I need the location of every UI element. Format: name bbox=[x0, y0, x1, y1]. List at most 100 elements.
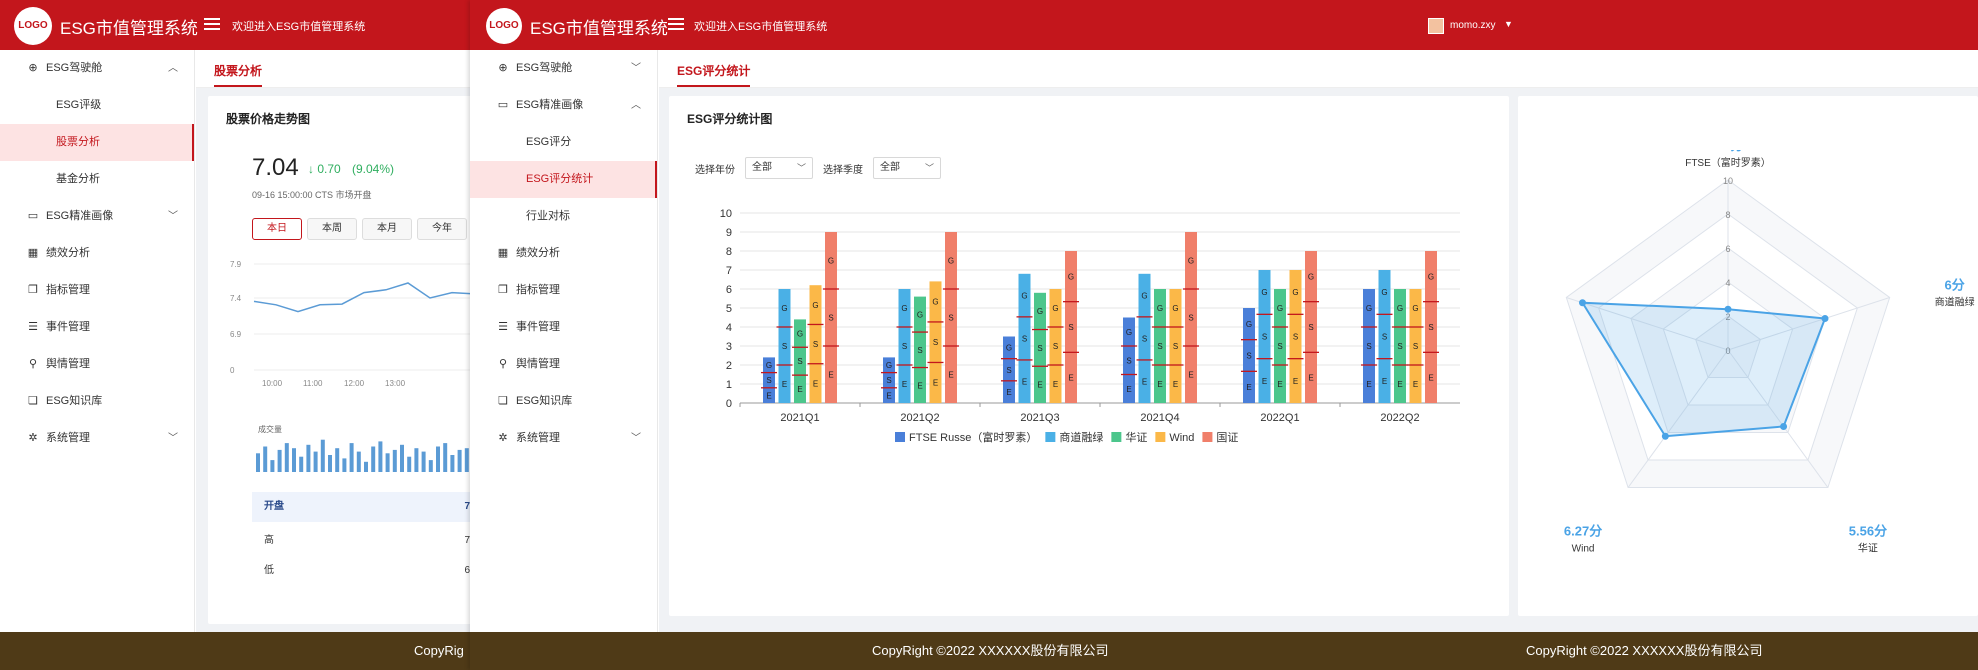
menu-toggle-icon[interactable] bbox=[204, 18, 220, 30]
sidebar-item-label: 绩效分析 bbox=[46, 247, 90, 259]
sidebar: ⊕ ESG驾驶舱 ︿ ESG评级 股票分析 基金分析 ▭ ESG精准画像 ﹀ ▦ 绩效分析 ❐ 指标管理… bbox=[0, 50, 195, 632]
welcome-text: 欢迎进入ESG市值管理系统 bbox=[694, 21, 828, 33]
chevron-icon: ﹀ bbox=[168, 433, 178, 444]
volume-bar bbox=[342, 458, 347, 472]
segment-label: E bbox=[1053, 380, 1058, 389]
sidebar-item-8[interactable]: ☰ 事件管理 bbox=[470, 309, 657, 346]
segment-label: S bbox=[1397, 342, 1402, 351]
volume-bar bbox=[306, 444, 311, 472]
user-name[interactable]: momo.zxy bbox=[1450, 20, 1496, 31]
range-button-1[interactable]: 本日 bbox=[252, 218, 302, 240]
sidebar-item-4[interactable]: ESG评分统计 bbox=[470, 161, 657, 198]
segment-label: E bbox=[1366, 380, 1371, 389]
segment-label: G bbox=[1277, 304, 1283, 313]
sidebar-item-1[interactable]: ⊕ ESG驾驶舱 ﹀ bbox=[470, 50, 657, 87]
segment-label: G bbox=[1246, 320, 1252, 329]
segment-label: G bbox=[1412, 304, 1418, 313]
segment-label: G bbox=[1381, 288, 1387, 297]
sidebar-item-label: ESG精准画像 bbox=[46, 210, 114, 222]
volume-bar bbox=[407, 456, 412, 472]
segment-label: G bbox=[1397, 304, 1403, 313]
volume-bar bbox=[436, 446, 440, 472]
sidebar-item-label: ESG驾驶舱 bbox=[46, 62, 103, 74]
segment-label: S bbox=[1262, 333, 1267, 342]
radar-value-label: 6分 bbox=[1945, 277, 1965, 292]
volume-bar bbox=[328, 455, 332, 472]
legend-swatch bbox=[895, 432, 905, 442]
tab-esg-score-stats[interactable]: ESG评分统计 bbox=[677, 62, 751, 87]
sidebar-item-9[interactable]: ⚲ 舆情管理 bbox=[0, 346, 194, 383]
chevron-icon: ︿ bbox=[631, 100, 641, 111]
segment-label: S bbox=[828, 314, 833, 323]
library-icon: ❏ bbox=[498, 395, 508, 407]
sidebar-item-label: 舆情管理 bbox=[516, 358, 560, 370]
copy-icon: ❐ bbox=[28, 284, 38, 296]
sidebar-item-11[interactable]: ✲ 系统管理 ﹀ bbox=[470, 420, 657, 457]
x-tick-label: 2021Q4 bbox=[1140, 412, 1179, 424]
segment-label: E bbox=[1413, 380, 1418, 389]
logo: LOGO bbox=[486, 8, 522, 44]
panel-esg-score-stats: LOGO ESG市值管理系统 欢迎进入ESG市值管理系统 momo.zxy ▼ … bbox=[470, 0, 1520, 670]
sidebar-item-4[interactable]: 基金分析 bbox=[0, 161, 194, 198]
sidebar-item-2[interactable]: ▭ ESG精准画像 ︿ bbox=[470, 87, 657, 124]
sidebar-item-10[interactable]: ❏ ESG知识库 bbox=[0, 383, 194, 420]
brand-title: ESG市值管理系统 bbox=[60, 19, 198, 38]
y-tick-label: 6 bbox=[726, 284, 732, 296]
sidebar-item-3[interactable]: 股票分析 bbox=[0, 124, 194, 161]
sidebar-item-9[interactable]: ⚲ 舆情管理 bbox=[470, 346, 657, 383]
volume-bar bbox=[356, 451, 361, 472]
segment-label: S bbox=[1022, 334, 1027, 343]
volume-bar bbox=[400, 444, 404, 472]
sidebar-item-label: 行业对标 bbox=[526, 210, 570, 222]
volume-bar bbox=[349, 443, 354, 472]
segment-label: G bbox=[1172, 304, 1178, 313]
season-select[interactable]: 全部 ﹀ bbox=[873, 157, 941, 179]
volume-bar bbox=[292, 448, 296, 472]
range-button-4[interactable]: 今年 bbox=[417, 218, 467, 240]
list-icon: ☰ bbox=[498, 321, 508, 333]
segment-label: E bbox=[782, 380, 787, 389]
segment-label: S bbox=[1293, 333, 1298, 342]
legend-label: FTSE Russe（富时罗素） bbox=[909, 430, 1037, 444]
range-button-2[interactable]: 本周 bbox=[307, 218, 357, 240]
legend-swatch bbox=[1202, 432, 1213, 442]
price-change: ↓ 0.70 bbox=[308, 162, 341, 176]
range-button-3[interactable]: 本月 bbox=[362, 218, 412, 240]
sidebar-item-2[interactable]: ESG评级 bbox=[0, 87, 194, 124]
segment-label: E bbox=[1382, 377, 1387, 386]
volume-label: 成交量 bbox=[258, 425, 282, 434]
tab-bar: ESG评分统计 bbox=[659, 50, 1520, 88]
segment-label: S bbox=[1053, 342, 1058, 351]
radar-point bbox=[1821, 314, 1829, 322]
stats-label: 开盘 bbox=[264, 501, 284, 512]
sidebar-item-6[interactable]: ▦ 绩效分析 bbox=[470, 235, 657, 272]
volume-bar bbox=[457, 449, 462, 472]
chevron-icon: ﹀ bbox=[168, 211, 178, 222]
price-chart: 7.9 7.4 6.9 0 10:00 11:00 12:00 13:00 bbox=[230, 260, 472, 388]
sidebar-item-5[interactable]: 行业对标 bbox=[470, 198, 657, 235]
year-select[interactable]: 全部 ﹀ bbox=[745, 157, 813, 179]
sidebar-item-7[interactable]: ❐ 指标管理 bbox=[470, 272, 657, 309]
radar-point bbox=[1578, 299, 1586, 307]
segment-label: S bbox=[1428, 323, 1433, 332]
user-avatar[interactable] bbox=[1428, 18, 1444, 34]
chevron-down-icon[interactable]: ▼ bbox=[1504, 19, 1513, 29]
sidebar-item-7[interactable]: ❐ 指标管理 bbox=[0, 272, 194, 309]
y-tick-label: 7.4 bbox=[230, 294, 242, 303]
y-tick-label: 9 bbox=[726, 227, 732, 239]
tab-stock-analysis[interactable]: 股票分析 bbox=[214, 62, 263, 87]
sidebar-item-1[interactable]: ⊕ ESG驾驶舱 ︿ bbox=[0, 50, 194, 87]
segment-label: G bbox=[1141, 291, 1147, 300]
sidebar-item-3[interactable]: ESG评分 bbox=[470, 124, 657, 161]
sidebar-item-label: ESG知识库 bbox=[46, 395, 103, 407]
segment-label: G bbox=[1157, 304, 1163, 313]
monitor-icon: ▭ bbox=[27, 210, 39, 222]
sidebar-item-11[interactable]: ✲ 系统管理 ﹀ bbox=[0, 420, 194, 457]
volume-bar bbox=[256, 453, 260, 472]
y-tick-label: 5 bbox=[726, 303, 732, 315]
sidebar-item-5[interactable]: ▭ ESG精准画像 ﹀ bbox=[0, 198, 194, 235]
sidebar-item-10[interactable]: ❏ ESG知识库 bbox=[470, 383, 657, 420]
sidebar-item-6[interactable]: ▦ 绩效分析 bbox=[0, 235, 194, 272]
menu-toggle-icon[interactable] bbox=[668, 18, 684, 30]
sidebar-item-8[interactable]: ☰ 事件管理 bbox=[0, 309, 194, 346]
